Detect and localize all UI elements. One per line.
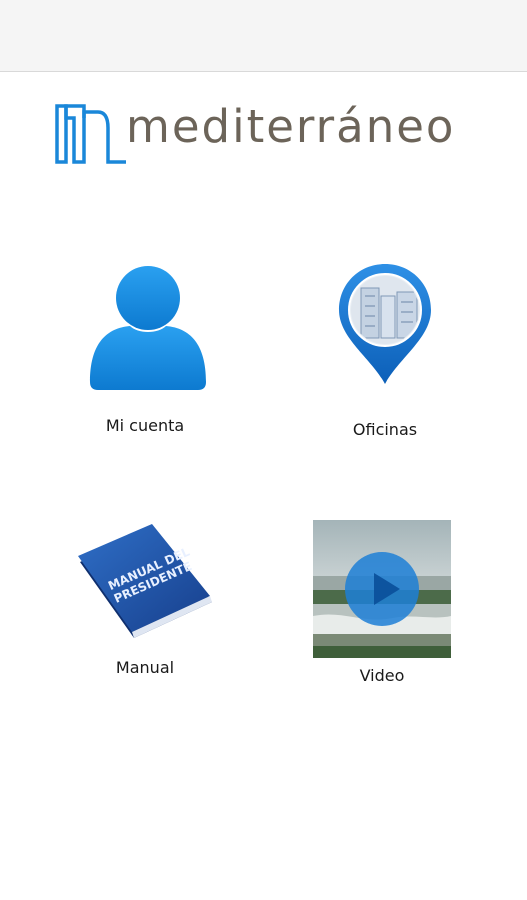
play-icon[interactable] (344, 551, 420, 627)
tile-label: Manual (115, 658, 175, 677)
location-pin-icon (339, 264, 431, 384)
my-account-tile[interactable]: Mi cuenta (70, 258, 220, 438)
logo-mark-icon (55, 104, 132, 164)
video-tile[interactable]: Video (313, 520, 451, 690)
book-icon: MANUAL DEL PRESIDENTE (78, 524, 212, 638)
manual-tile[interactable]: MANUAL DEL PRESIDENTE Manual (70, 520, 220, 685)
video-thumbnail[interactable] (313, 520, 451, 658)
top-bar (0, 0, 527, 72)
brand-logo: mediterráneo (54, 98, 474, 168)
tile-label: Video (359, 666, 405, 685)
tile-label: Mi cuenta (105, 416, 185, 435)
brand-name: mediterráneo (126, 100, 456, 153)
user-icon (90, 266, 206, 390)
offices-tile[interactable]: Oficinas (310, 262, 460, 442)
tile-label: Oficinas (352, 420, 418, 439)
